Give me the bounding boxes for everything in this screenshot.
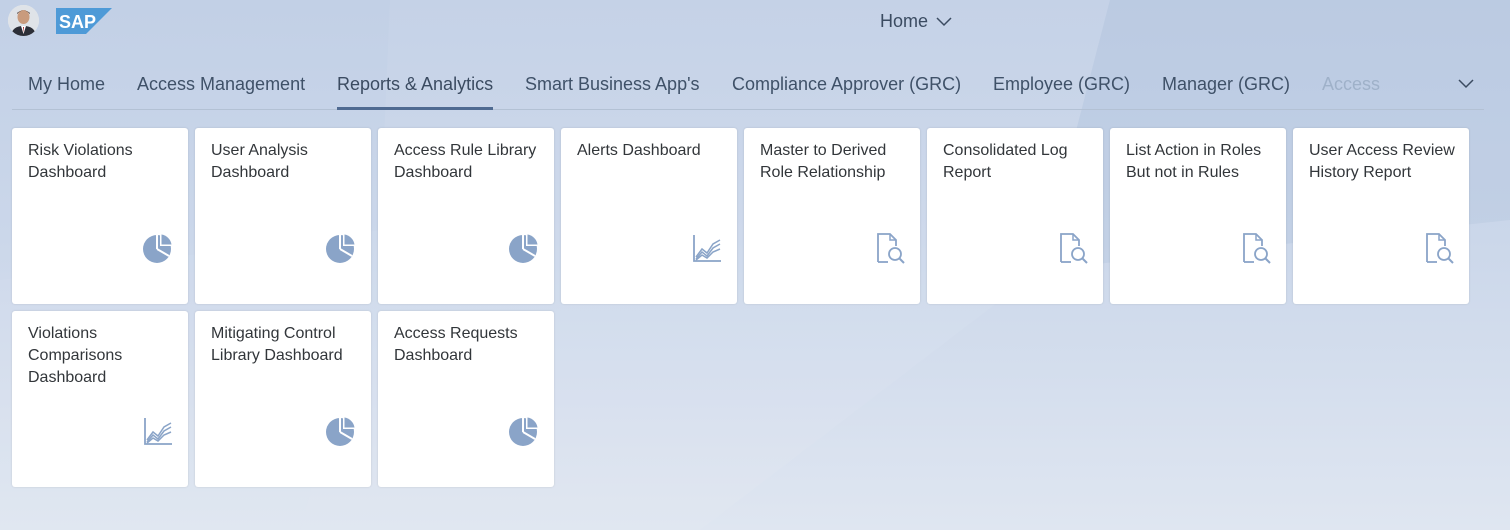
- document-search-icon: [1060, 233, 1088, 264]
- tile-title: Mitigating Control Library Dashboard: [211, 325, 343, 364]
- chevron-down-icon: [936, 17, 952, 27]
- tab-bar: My Home Access Management Reports & Anal…: [12, 64, 1484, 110]
- tile-title: Access Rule Library Dashboard: [394, 142, 537, 181]
- tile-title: Consolidated Log Report: [943, 142, 1068, 181]
- tile-master-to-derived-role-relationship[interactable]: Master to Derived Role Relationship: [744, 128, 920, 304]
- tab-access[interactable]: Access: [1322, 74, 1380, 110]
- tile-alerts-dashboard[interactable]: Alerts Dashboard: [561, 128, 737, 304]
- sap-logo[interactable]: SAP: [56, 8, 112, 34]
- tab-access-management[interactable]: Access Management: [137, 74, 305, 110]
- tile-title: Alerts Dashboard: [577, 142, 701, 159]
- user-avatar-icon: [8, 5, 39, 36]
- tile-title: Violations Comparisons Dashboard: [28, 325, 123, 386]
- tile-title: List Action in Roles But not in Rules: [1126, 142, 1262, 181]
- pie-chart-icon: [326, 233, 356, 263]
- tile-risk-violations-dashboard[interactable]: Risk Violations Dashboard: [12, 128, 188, 304]
- pie-chart-icon: [509, 233, 539, 263]
- home-title-menu[interactable]: Home: [880, 10, 952, 32]
- tile-user-analysis-dashboard[interactable]: User Analysis Dashboard: [195, 128, 371, 304]
- tile-violations-comparisons-dashboard[interactable]: Violations Comparisons Dashboard: [12, 311, 188, 487]
- document-search-icon: [877, 233, 905, 264]
- tile-list-action-in-roles[interactable]: List Action in Roles But not in Rules: [1110, 128, 1286, 304]
- page-title: Home: [880, 10, 929, 31]
- tile-consolidated-log-report[interactable]: Consolidated Log Report: [927, 128, 1103, 304]
- pie-chart-icon: [143, 233, 173, 263]
- tile-title: Access Requests Dashboard: [394, 325, 518, 364]
- tile-title: User Access Review History Report: [1309, 142, 1455, 181]
- tab-my-home[interactable]: My Home: [28, 74, 105, 110]
- tab-smart-business-apps[interactable]: Smart Business App's: [525, 74, 700, 110]
- tile-access-requests-dashboard[interactable]: Access Requests Dashboard: [378, 311, 554, 487]
- tile-title: Master to Derived Role Relationship: [760, 142, 887, 181]
- tile-title: User Analysis Dashboard: [211, 142, 308, 181]
- tab-reports-analytics[interactable]: Reports & Analytics: [337, 74, 494, 110]
- tile-mitigating-control-library-dashboard[interactable]: Mitigating Control Library Dashboard: [195, 311, 371, 487]
- tile-title: Risk Violations Dashboard: [28, 142, 133, 181]
- line-chart-icon: [693, 235, 721, 262]
- pie-chart-icon: [326, 416, 356, 446]
- tab-manager[interactable]: Manager (GRC): [1162, 74, 1290, 110]
- tab-overflow-chevron-down-icon[interactable]: [1456, 74, 1476, 94]
- tile-user-access-review-history-report[interactable]: User Access Review History Report: [1293, 128, 1469, 304]
- tile-access-rule-library-dashboard[interactable]: Access Rule Library Dashboard: [378, 128, 554, 304]
- tab-compliance-approver[interactable]: Compliance Approver (GRC): [732, 74, 961, 110]
- document-search-icon: [1426, 233, 1454, 264]
- shell-header: SAP Home: [0, 0, 1510, 44]
- line-chart-icon: [144, 418, 172, 445]
- svg-text:SAP: SAP: [59, 12, 96, 32]
- user-avatar[interactable]: [8, 5, 39, 36]
- document-search-icon: [1243, 233, 1271, 264]
- pie-chart-icon: [509, 416, 539, 446]
- tab-employee[interactable]: Employee (GRC): [993, 74, 1130, 110]
